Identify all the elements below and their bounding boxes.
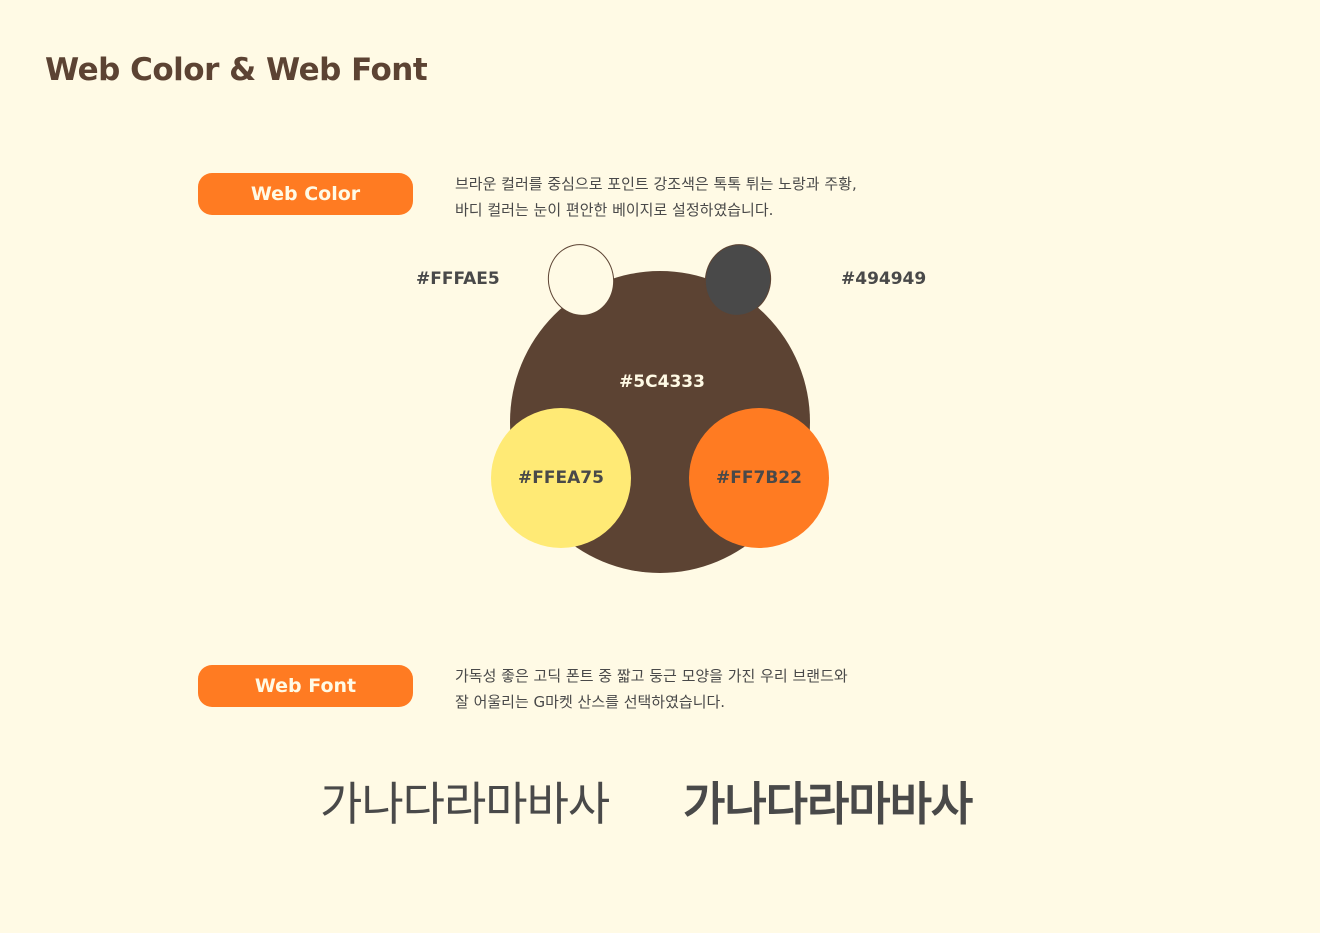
web-font-badge: Web Font: [198, 665, 413, 707]
yellow-hex-label: #FFEA75: [518, 468, 604, 488]
beige-hex-label: #FFFAE5: [416, 269, 500, 289]
web-color-description-line-1: 브라운 컬러를 중심으로 포인트 강조색은 톡톡 튀는 노랑과 주황,: [455, 175, 857, 193]
font-sample-regular: 가나다라마바사: [320, 777, 610, 831]
font-sample-bold: 가나다라마바사: [683, 777, 973, 831]
gray-hex-label: #494949: [841, 269, 927, 289]
web-color-badge: Web Color: [198, 173, 413, 215]
brown-hex-label: #5C4333: [619, 372, 705, 392]
web-color-description-line-2: 바디 컬러는 눈이 편안한 베이지로 설정하였습니다.: [455, 201, 774, 219]
orange-hex-label: #FF7B22: [716, 468, 802, 488]
web-font-description-line-1: 가독성 좋은 고딕 폰트 중 짧고 둥근 모양을 가진 우리 브랜드와: [455, 667, 848, 685]
web-font-description: 가독성 좋은 고딕 폰트 중 짧고 둥근 모양을 가진 우리 브랜드와 잘 어울…: [455, 663, 848, 715]
web-font-description-line-2: 잘 어울리는 G마켓 산스를 선택하였습니다.: [455, 693, 726, 711]
web-color-description: 브라운 컬러를 중심으로 포인트 강조색은 톡톡 튀는 노랑과 주황, 바디 컬…: [455, 171, 857, 223]
page-title: Web Color & Web Font: [45, 52, 428, 88]
